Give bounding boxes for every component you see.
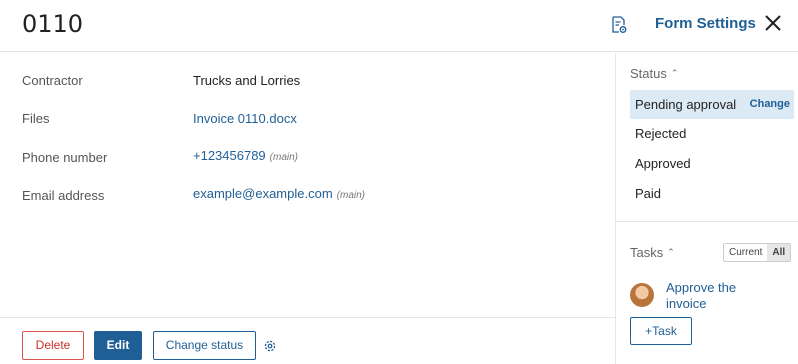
tasks-heading[interactable]: Tasks ⌃ [630, 245, 675, 260]
field-label: Files [22, 111, 50, 126]
status-label: Pending approval [635, 97, 737, 112]
chevron-up-icon: ⌃ [667, 247, 675, 257]
close-icon[interactable] [763, 13, 783, 33]
tasks-heading-label: Tasks [630, 245, 664, 260]
gear-icon[interactable] [263, 339, 277, 353]
edit-button[interactable]: Edit [94, 331, 142, 360]
field-label: Phone number [22, 150, 108, 165]
status-label: Approved [635, 156, 691, 171]
task-filter-toggle: Current All [723, 243, 792, 262]
filter-current-button[interactable]: Current [724, 244, 767, 261]
avatar [630, 283, 654, 307]
filter-all-button[interactable]: All [767, 244, 791, 261]
status-item-rejected[interactable]: Rejected [630, 119, 794, 148]
form-settings-button[interactable]: Form Settings [655, 15, 756, 32]
email-main-tag: (main) [336, 190, 365, 201]
phone-main-tag: (main) [269, 152, 299, 163]
phone-link[interactable]: +123456789 [193, 148, 266, 163]
status-label: Paid [635, 186, 662, 201]
status-item-pending-approval[interactable]: Pending approval Change [630, 90, 794, 119]
sidebar-divider [616, 221, 798, 222]
field-phone: Phone number +123456789 (main) [22, 148, 602, 168]
change-status-button[interactable]: Change status [153, 331, 256, 360]
action-bar: Delete Edit Change status [0, 317, 615, 364]
contractor-value: Trucks and Lorries [193, 73, 301, 88]
status-heading[interactable]: Status ⌃ [630, 66, 678, 81]
form-settings-icon[interactable] [611, 16, 627, 34]
sidebar: Status ⌃ Pending approval Change Rejected… [615, 53, 798, 364]
status-heading-label: Status [630, 66, 667, 81]
page-title: 0110 [22, 10, 84, 38]
task-link[interactable]: Approve the invoice [666, 280, 776, 312]
page-header: 0110 Form Settings [0, 0, 798, 52]
chevron-up-icon: ⌃ [670, 68, 679, 78]
field-label: Contractor [22, 73, 83, 88]
status-label: Rejected [635, 126, 687, 141]
phone-value-wrap: +123456789 (main) [193, 148, 298, 163]
status-item-paid[interactable]: Paid [630, 179, 794, 208]
field-label: Email address [22, 188, 105, 203]
field-files: Files Invoice 0110.docx [22, 111, 602, 131]
add-task-button[interactable]: +Task [630, 317, 692, 345]
field-email: Email address example@example.com (main) [22, 186, 602, 206]
delete-button[interactable]: Delete [22, 331, 84, 360]
email-value-wrap: example@example.com (main) [193, 186, 365, 201]
change-status-link[interactable]: Change [750, 90, 790, 119]
add-task-label: Task [652, 324, 677, 338]
email-link[interactable]: example@example.com [193, 186, 333, 201]
status-item-approved[interactable]: Approved [630, 149, 794, 178]
field-contractor: Contractor Trucks and Lorries [22, 73, 602, 93]
file-link[interactable]: Invoice 0110.docx [193, 111, 297, 126]
